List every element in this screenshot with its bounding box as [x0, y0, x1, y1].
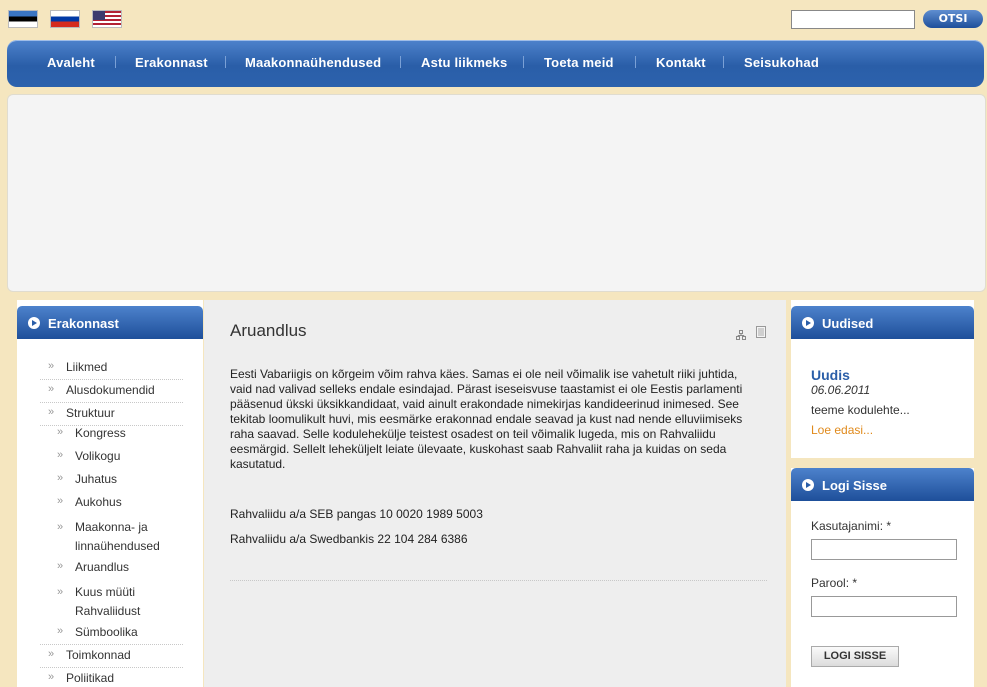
chevron-right-icon: »: [48, 671, 55, 683]
sidebar-subitem-sumboolika[interactable]: » Sümboolika: [57, 625, 138, 639]
read-more-link[interactable]: Loe edasi...: [811, 423, 873, 437]
flag-russia-icon[interactable]: [50, 10, 80, 28]
chevron-right-icon: »: [48, 383, 55, 395]
chevron-right-icon: »: [48, 406, 55, 418]
sidebar-subitem-aukohus[interactable]: » Aukohus: [57, 495, 122, 509]
chevron-right-icon: »: [57, 426, 64, 438]
nav-item-seisukohad[interactable]: Seisukohad: [744, 55, 819, 70]
banner-area: [7, 94, 986, 292]
sidebar-subitem-maakonna-ja-linnauhendused[interactable]: » Maakonna- ja linnaühendused: [57, 518, 160, 556]
chevron-right-icon: »: [57, 560, 64, 572]
nav-separator: [635, 56, 636, 68]
divider: [40, 644, 183, 645]
nav-item-erakonnast[interactable]: Erakonnast: [135, 55, 208, 70]
chevron-right-icon: »: [57, 586, 64, 598]
login-header: Logi Sisse: [791, 468, 974, 501]
sidebar-item-struktuur[interactable]: » Struktuur: [48, 406, 115, 420]
nav-item-kontakt[interactable]: Kontakt: [656, 55, 706, 70]
news-item-title[interactable]: Uudis: [811, 367, 850, 383]
sidebar-subitem-kuus-muuti[interactable]: » Kuus müüti Rahvaliidust: [57, 583, 140, 621]
nav-item-maakonnauhendused[interactable]: Maakonnaühendused: [245, 55, 381, 70]
sitemap-icon[interactable]: [736, 325, 746, 340]
chevron-right-icon: »: [48, 648, 55, 660]
news-title: Uudised: [822, 316, 874, 331]
username-label: Kasutajanimi: *: [811, 519, 892, 533]
nav-item-avaleht[interactable]: Avaleht: [47, 55, 95, 70]
divider: [40, 402, 183, 403]
sidebar-subitem-juhatus[interactable]: » Juhatus: [57, 472, 117, 486]
nav-separator: [723, 56, 724, 68]
nav-separator: [115, 56, 116, 68]
divider: [40, 667, 183, 668]
sidebar-item-toimkonnad[interactable]: » Toimkonnad: [48, 648, 131, 662]
password-field[interactable]: [811, 596, 957, 617]
article-body: Eesti Vabariigis on kõrgeim võim rahva k…: [230, 367, 743, 471]
main-nav: Avaleht Erakonnast Maakonnaühendused Ast…: [7, 40, 984, 87]
flag-estonia-icon[interactable]: [8, 10, 38, 28]
chevron-right-icon: »: [57, 449, 64, 461]
sidebar-item-alusdokumendid[interactable]: » Alusdokumendid: [48, 383, 155, 397]
nav-separator: [225, 56, 226, 68]
search-button[interactable]: OTSI: [923, 10, 983, 28]
sidebar-title: Erakonnast: [48, 316, 119, 331]
chevron-right-icon: »: [57, 521, 64, 533]
username-field[interactable]: [811, 539, 957, 560]
divider: [40, 379, 183, 380]
sidebar-header: Erakonnast: [17, 306, 203, 339]
login-button[interactable]: LOGI SISSE: [811, 646, 899, 667]
bank-account-seb: Rahvaliidu a/a SEB pangas 10 0020 1989 5…: [230, 507, 483, 521]
news-text: teeme kodulehte...: [811, 403, 910, 417]
sidebar-item-liikmed[interactable]: » Liikmed: [48, 360, 107, 374]
print-icon[interactable]: [755, 323, 767, 338]
chevron-right-icon: »: [57, 625, 64, 637]
nav-item-toeta-meid[interactable]: Toeta meid: [544, 55, 614, 70]
news-date: 06.06.2011: [811, 383, 871, 397]
chevron-right-icon: »: [57, 495, 64, 507]
arrow-circle-icon: [802, 317, 814, 329]
sidebar-subitem-aruandlus[interactable]: » Aruandlus: [57, 560, 129, 574]
arrow-circle-icon: [802, 479, 814, 491]
content-divider: [230, 580, 767, 581]
sidebar-subitem-kongress[interactable]: » Kongress: [57, 426, 126, 440]
sidebar-subitem-volikogu[interactable]: » Volikogu: [57, 449, 120, 463]
nav-separator: [400, 56, 401, 68]
search-input[interactable]: [791, 10, 915, 29]
arrow-circle-icon: [28, 317, 40, 329]
nav-item-astu-liikmeks[interactable]: Astu liikmeks: [421, 55, 507, 70]
password-label: Parool: *: [811, 576, 858, 590]
bank-account-swedbank: Rahvaliidu a/a Swedbankis 22 104 284 638…: [230, 532, 468, 546]
page-title: Aruandlus: [230, 321, 307, 340]
chevron-right-icon: »: [48, 360, 55, 372]
nav-separator: [523, 56, 524, 68]
sidebar-item-poliitikad[interactable]: » Poliitikad: [48, 671, 114, 685]
news-header: Uudised: [791, 306, 974, 339]
chevron-right-icon: »: [57, 472, 64, 484]
main-content: [204, 300, 786, 687]
flag-usa-icon[interactable]: [92, 10, 122, 28]
login-title: Logi Sisse: [822, 478, 888, 493]
